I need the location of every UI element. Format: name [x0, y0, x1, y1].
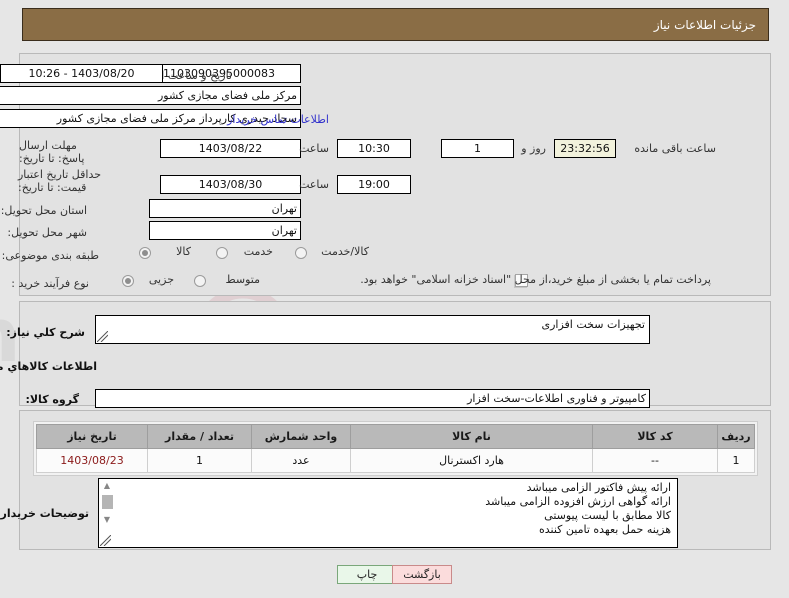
cell-date: 1403/08/23 — [36, 448, 148, 473]
deadline-time-value: 10:30 — [337, 139, 411, 158]
deadline-hour-label: ساعت — [299, 142, 329, 155]
remaining-days-label: روز و — [521, 142, 546, 155]
general-description-text: تجهیزات سخت افزاری — [541, 318, 645, 331]
cell-unit: عدد — [251, 448, 351, 473]
radio-purchase-medium[interactable] — [194, 275, 206, 287]
back-button[interactable]: بازگشت — [392, 565, 452, 584]
items-table-container: ردیف کد کالا نام کالا واحد شمارش تعداد /… — [33, 421, 758, 476]
th-date: تاریخ نیاز — [36, 424, 148, 449]
resize-grip-icon[interactable] — [100, 535, 111, 546]
purchase-type-label: نوع فرآیند خرید : — [11, 277, 89, 290]
table-header-row: ردیف کد کالا نام کالا واحد شمارش تعداد /… — [36, 424, 755, 449]
buyer-note-line: کالا مطابق با لیست پیوستی — [544, 509, 671, 522]
th-unit: واحد شمارش — [251, 424, 351, 449]
print-button[interactable]: چاپ — [337, 565, 397, 584]
page-title: جزئیات اطلاعات نیاز — [22, 8, 769, 41]
scrollbar-thumb[interactable] — [102, 495, 113, 509]
buyer-note-line: ارائه پیش فاکتور الزامی میباشد — [526, 481, 671, 494]
general-description-label: شرح کلي نیاز: — [6, 326, 85, 339]
radio-classification-goods-service-label: کالا/خدمت — [321, 245, 369, 258]
radio-classification-goods[interactable] — [139, 247, 151, 259]
th-code: کد کالا — [592, 424, 718, 449]
city-value: تهران — [149, 221, 301, 240]
radio-purchase-minor[interactable] — [122, 275, 134, 287]
th-qty: تعداد / مقدار — [147, 424, 252, 449]
th-name: نام کالا — [350, 424, 593, 449]
city-label: شهر محل تحویل: — [7, 226, 87, 239]
goods-group-label: گروه کالا: — [25, 393, 79, 406]
table-row: 1 -- هارد اکسترنال عدد 1 1403/08/23 — [36, 448, 755, 473]
cell-row: 1 — [717, 448, 755, 473]
deadline-date-value: 1403/08/22 — [160, 139, 301, 158]
radio-classification-service-label: خدمت — [243, 245, 273, 258]
price-validity-date-value: 1403/08/30 — [160, 175, 301, 194]
cell-code: -- — [592, 448, 718, 473]
buyer-note-line: هزینه حمل بعهده تامین کننده — [538, 523, 671, 536]
radio-classification-goods-service[interactable] — [295, 247, 307, 259]
radio-purchase-medium-label: متوسط — [225, 273, 260, 286]
buyer-org-value: مرکز ملی فضای مجازی کشور — [0, 86, 301, 105]
scroll-down-icon[interactable]: ▼ — [101, 514, 113, 525]
scroll-up-icon[interactable]: ▲ — [101, 480, 113, 491]
resize-grip-icon[interactable] — [97, 331, 108, 342]
price-validity-label: حداقل تاریخ اعتبار قیمت: تا تاریخ: — [18, 168, 102, 194]
province-label: استان محل تحویل: — [0, 204, 87, 217]
classification-label: طبقه بندی موضوعی: — [1, 249, 99, 262]
radio-classification-service[interactable] — [216, 247, 228, 259]
price-validity-hour-label: ساعت — [299, 178, 329, 191]
buyer-contact-link[interactable]: اطلاعات تماس خریدار — [227, 113, 329, 126]
radio-purchase-minor-label: جزیی — [148, 273, 174, 286]
remaining-days-value: 1 — [441, 139, 514, 158]
goods-info-heading: اطلاعات کالاهاي مورد نیاز — [0, 360, 97, 373]
remaining-time-value: 23:32:56 — [554, 139, 616, 158]
buyer-note-line: ارائه گواهی ارزش افزوده الزامی میباشد — [485, 495, 671, 508]
remaining-time-label: ساعت باقی مانده — [634, 142, 716, 155]
general-description-value: تجهیزات سخت افزاری — [95, 315, 650, 344]
cell-name: هارد اکسترنال — [350, 448, 593, 473]
goods-group-value: کامپیوتر و فناوری اطلاعات-سخت افزار — [95, 389, 650, 408]
province-value: تهران — [149, 199, 301, 218]
buyer-notes-box[interactable]: ارائه پیش فاکتور الزامی میباشد ارائه گوا… — [98, 478, 678, 548]
deadline-label: مهلت ارسال پاسخ: تا تاریخ: — [19, 139, 85, 165]
treasury-documents-label: پرداخت تمام یا بخشی از مبلغ خرید،از محل … — [360, 273, 711, 286]
buyer-notes-label: توضیحات خریدار: — [0, 507, 89, 520]
radio-classification-goods-label: کالا — [176, 245, 191, 258]
items-table: ردیف کد کالا نام کالا واحد شمارش تعداد /… — [36, 424, 755, 473]
cell-qty: 1 — [147, 448, 252, 473]
announce-datetime-value: 1403/08/20 - 10:26 — [0, 64, 163, 83]
price-validity-time-value: 19:00 — [337, 175, 411, 194]
th-row: ردیف — [717, 424, 755, 449]
